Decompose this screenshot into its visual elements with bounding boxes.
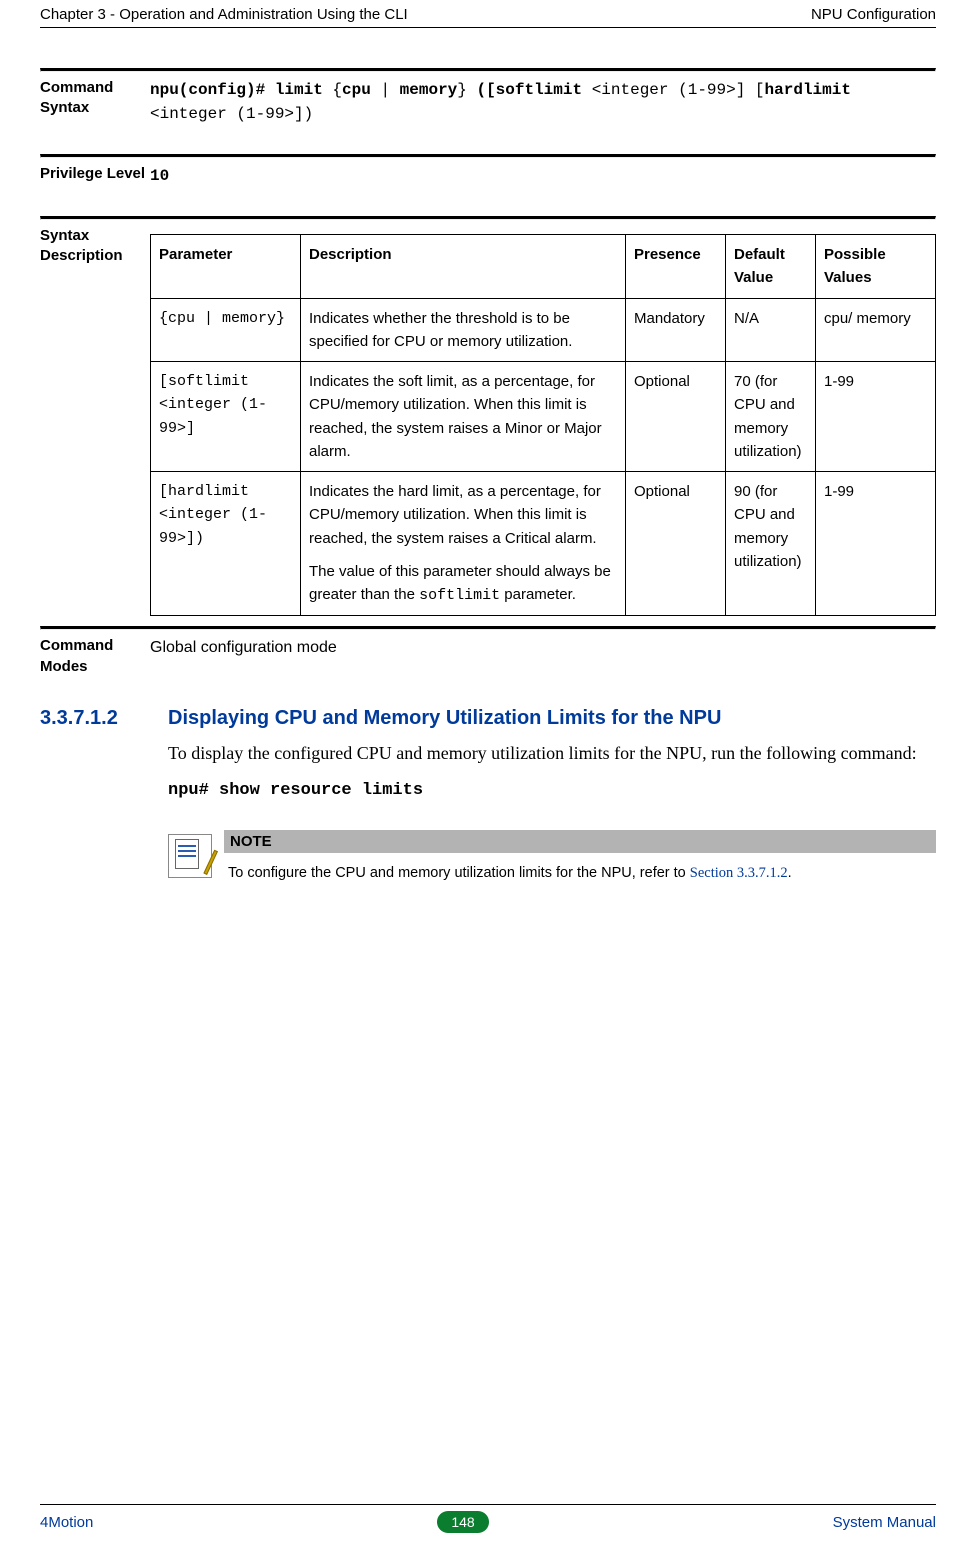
cell-presence: Optional — [626, 362, 726, 472]
command-syntax-value: npu(config)# limit {cpu | memory} ([soft… — [150, 72, 936, 126]
cmd-memory: memory — [400, 81, 458, 99]
cell-possible: 1-99 — [816, 362, 936, 472]
cmd-brace-close: } — [457, 81, 476, 99]
cell-desc-p2b: parameter. — [500, 586, 576, 603]
footer-left: 4Motion — [40, 1514, 93, 1531]
cmd-prefix: npu(config)# limit — [150, 81, 323, 99]
cmd-hardlimit: hardlimit — [765, 81, 851, 99]
cmd-cpu: cpu — [342, 81, 371, 99]
table-row: {cpu | memory} Indicates whether the thr… — [151, 298, 936, 362]
privilege-value: 10 — [150, 158, 936, 188]
cell-param: [hardlimit <integer (1-99>]) — [151, 472, 301, 616]
note-icon — [168, 834, 212, 878]
header-right: NPU Configuration — [811, 6, 936, 23]
header-left: Chapter 3 - Operation and Administration… — [40, 6, 408, 23]
note-text: To configure the CPU and memory utilizat… — [224, 853, 936, 887]
cell-default: 90 (for CPU and memory utilization) — [726, 472, 816, 616]
privilege-label: Privilege Level — [40, 158, 150, 184]
cell-desc-p2: The value of this parameter should alway… — [309, 560, 617, 608]
cell-desc-p1: Indicates the hard limit, as a percentag… — [309, 480, 617, 550]
footer-right: System Manual — [833, 1514, 936, 1531]
cell-desc: Indicates whether the threshold is to be… — [301, 298, 626, 362]
subsection-number: 3.3.7.1.2 — [40, 707, 150, 730]
table-row: [softlimit <integer (1-99>] Indicates th… — [151, 362, 936, 472]
table-header-row: Parameter Description Presence Default V… — [151, 235, 936, 299]
page-header: Chapter 3 - Operation and Administration… — [40, 0, 936, 27]
th-possible: Possible Values — [816, 235, 936, 299]
th-presence: Presence — [626, 235, 726, 299]
subsection-heading: 3.3.7.1.2 Displaying CPU and Memory Util… — [40, 707, 936, 730]
privilege-number: 10 — [150, 167, 169, 185]
cmd-brace-open: { — [323, 81, 342, 99]
syntax-description-label: Syntax Description — [40, 220, 150, 267]
cell-default: N/A — [726, 298, 816, 362]
cell-possible: cpu/ memory — [816, 298, 936, 362]
note-text-prefix: To configure the CPU and memory utilizat… — [228, 865, 690, 881]
cmd-soft-rest: <integer (1-99>] [ — [582, 81, 764, 99]
note-text-suffix: . — [788, 865, 792, 881]
note-title: NOTE — [224, 830, 936, 853]
cell-desc: Indicates the hard limit, as a percentag… — [301, 472, 626, 616]
cell-presence: Mandatory — [626, 298, 726, 362]
cmd-pipe: | — [371, 81, 400, 99]
note-body: NOTE To configure the CPU and memory uti… — [224, 830, 936, 887]
footer-rule — [40, 1504, 936, 1505]
subsection-command: npu# show resource limits — [168, 781, 936, 800]
command-syntax-label: Command Syntax — [40, 72, 150, 119]
subsection-paragraph: To display the configured CPU and memory… — [168, 740, 936, 767]
th-default: Default Value — [726, 235, 816, 299]
cmd-paren: ([ — [476, 81, 495, 99]
page-footer: 4Motion 148 System Manual — [40, 1504, 936, 1533]
note-link[interactable]: Section 3.3.7.1.2 — [690, 865, 788, 881]
command-modes-value: Global configuration mode — [150, 630, 936, 660]
subsection-title: Displaying CPU and Memory Utilization Li… — [168, 707, 721, 730]
header-rule — [40, 27, 936, 28]
table-row: [hardlimit <integer (1-99>]) Indicates t… — [151, 472, 936, 616]
syntax-description-value: Parameter Description Presence Default V… — [150, 220, 936, 616]
cell-presence: Optional — [626, 472, 726, 616]
page-number-badge: 148 — [437, 1511, 488, 1533]
th-description: Description — [301, 235, 626, 299]
syntax-table: Parameter Description Presence Default V… — [150, 234, 936, 616]
cell-desc: Indicates the soft limit, as a percentag… — [301, 362, 626, 472]
cell-param: [softlimit <integer (1-99>] — [151, 362, 301, 472]
privilege-section: Privilege Level 10 — [40, 154, 936, 188]
cell-param: {cpu | memory} — [151, 298, 301, 362]
note-block: NOTE To configure the CPU and memory uti… — [168, 830, 936, 887]
cell-desc-code: softlimit — [419, 587, 500, 604]
cmd-softlimit: softlimit — [496, 81, 582, 99]
cell-possible: 1-99 — [816, 472, 936, 616]
command-modes-label: Command Modes — [40, 630, 150, 677]
cmd-hard-rest: <integer (1-99>]) — [150, 105, 313, 123]
syntax-description-section: Syntax Description Parameter Description… — [40, 216, 936, 616]
command-modes-section: Command Modes Global configuration mode — [40, 626, 936, 677]
cell-default: 70 (for CPU and memory utilization) — [726, 362, 816, 472]
command-syntax-section: Command Syntax npu(config)# limit {cpu |… — [40, 68, 936, 126]
th-parameter: Parameter — [151, 235, 301, 299]
